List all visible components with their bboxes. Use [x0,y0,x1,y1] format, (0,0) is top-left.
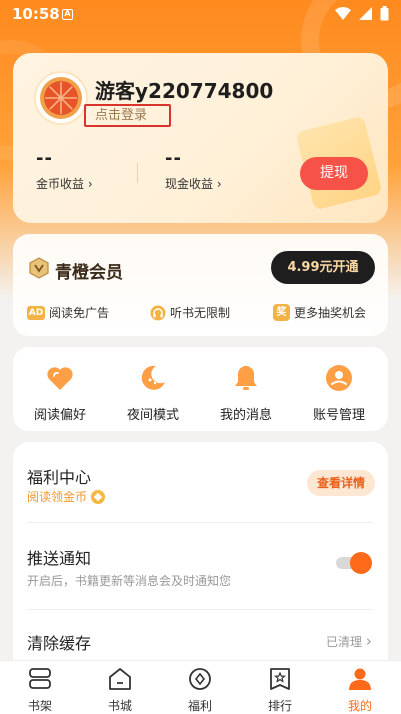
welfare-center-title: 福利中心 [27,468,92,487]
push-notification-subtitle: 开启后，书籍更新等消息会及时通知您 [27,574,232,588]
nav-label: 书架 [27,699,52,713]
prize-icon: 奖 [273,304,290,321]
bottom-navigation: 书架 书城 福利 排行 我的 [0,660,401,714]
battery-icon [380,6,389,21]
divider [137,163,138,183]
quick-label: 我的消息 [219,408,272,423]
avatar[interactable] [36,73,86,123]
status-time: 10:58 [12,5,60,23]
wifi-icon [335,7,351,20]
heart-icon [47,367,73,390]
cash-earnings-label-row: 现金收益 › [165,175,222,192]
vip-open-button[interactable]: 4.99元开通 [271,251,375,284]
vip-perk-label: 阅读免广告 [49,306,110,320]
bookshelf-icon [29,668,51,689]
welfare-center-row[interactable]: 福利中心 阅读领金币 查看详情 [13,442,388,522]
user-card: 游客y220774800 点击登录 -- 金币收益 › -- 现金收益 › 提现 [13,53,388,223]
nav-label: 书城 [107,699,132,713]
cash-earnings-value: -- [165,148,182,169]
cache-status: 已清理 [326,635,363,649]
status-icons [335,6,389,21]
nav-label: 排行 [267,699,292,713]
profile-icon [349,668,371,690]
quick-label: 阅读偏好 [33,408,86,423]
quick-label: 账号管理 [312,408,365,423]
signal-icon [359,7,372,20]
cash-earnings[interactable]: -- 现金收益 › [165,148,222,192]
ranking-icon [270,668,290,690]
quick-actions: 阅读偏好 夜间模式 我的消息 账号管理 [13,347,388,431]
cache-status-row: 已清理 › [326,632,372,650]
vip-perk-no-ads: AD 阅读免广告 [27,304,109,321]
cash-earnings-label: 现金收益 [165,177,214,191]
withdraw-button[interactable]: 提现 [300,157,368,190]
bell-icon [235,366,257,390]
nav-welfare[interactable]: 福利 [170,667,230,714]
nav-bookstore[interactable]: 书城 [90,667,150,714]
vip-card: 青橙会员 4.99元开通 AD 阅读免广告 听书无限制 奖 更多抽奖机会 [13,234,388,336]
quick-night-mode[interactable]: 夜间模式 [113,363,193,423]
vip-perk-audio: 听书无限制 [150,304,230,321]
chevron-right-icon: › [365,632,372,650]
username: 游客y220774800 [95,79,274,103]
push-notification-title: 推送通知 [27,549,92,568]
notification-icon: A [62,9,73,20]
nav-label: 福利 [187,699,212,713]
welfare-icon [189,668,211,690]
vip-perk-lottery: 奖 更多抽奖机会 [273,304,366,321]
view-details-button[interactable]: 查看详情 [307,470,375,496]
quick-label: 夜间模式 [126,408,179,423]
login-link[interactable]: 点击登录 [84,104,171,127]
toggle-knob [350,552,372,574]
push-notification-toggle[interactable] [336,552,372,574]
quick-reading-preference[interactable]: 阅读偏好 [20,363,100,423]
coin-icon [91,489,106,504]
quick-account-management[interactable]: 账号管理 [299,363,379,423]
welfare-center-subtitle-row: 阅读领金币 [27,488,106,505]
welfare-center-subtitle: 阅读领金币 [27,490,88,504]
push-notification-row: 推送通知 开启后，书籍更新等消息会及时通知您 [13,523,388,609]
settings-list: 福利中心 阅读领金币 查看详情 推送通知 开启后，书籍更新等消息会及时通知您 清… [13,442,388,672]
vip-perk-label: 更多抽奖机会 [294,306,367,320]
coin-earnings-label-row: 金币收益 › [36,175,93,192]
vip-perk-label: 听书无限制 [170,306,231,320]
nav-bookshelf[interactable]: 书架 [10,667,70,714]
coin-earnings[interactable]: -- 金币收益 › [36,148,93,192]
nav-label: 我的 [347,699,372,713]
nav-ranking[interactable]: 排行 [250,667,310,714]
orange-avatar-icon [40,77,82,119]
chevron-right-icon: › [213,177,222,191]
coin-earnings-label: 金币收益 [36,177,85,191]
vip-badge-icon [29,257,49,279]
headphones-icon [150,305,166,320]
chevron-right-icon: › [84,177,93,191]
vip-title: 青橙会员 [55,263,123,283]
clear-cache-title: 清除缓存 [27,634,92,653]
coin-earnings-value: -- [36,148,53,169]
moon-icon [141,365,165,390]
ad-icon: AD [27,305,45,320]
bookstore-icon [109,668,131,690]
quick-my-messages[interactable]: 我的消息 [206,363,286,423]
account-icon [326,365,352,391]
nav-profile[interactable]: 我的 [330,667,390,714]
status-bar: 10:58 A [0,0,401,30]
